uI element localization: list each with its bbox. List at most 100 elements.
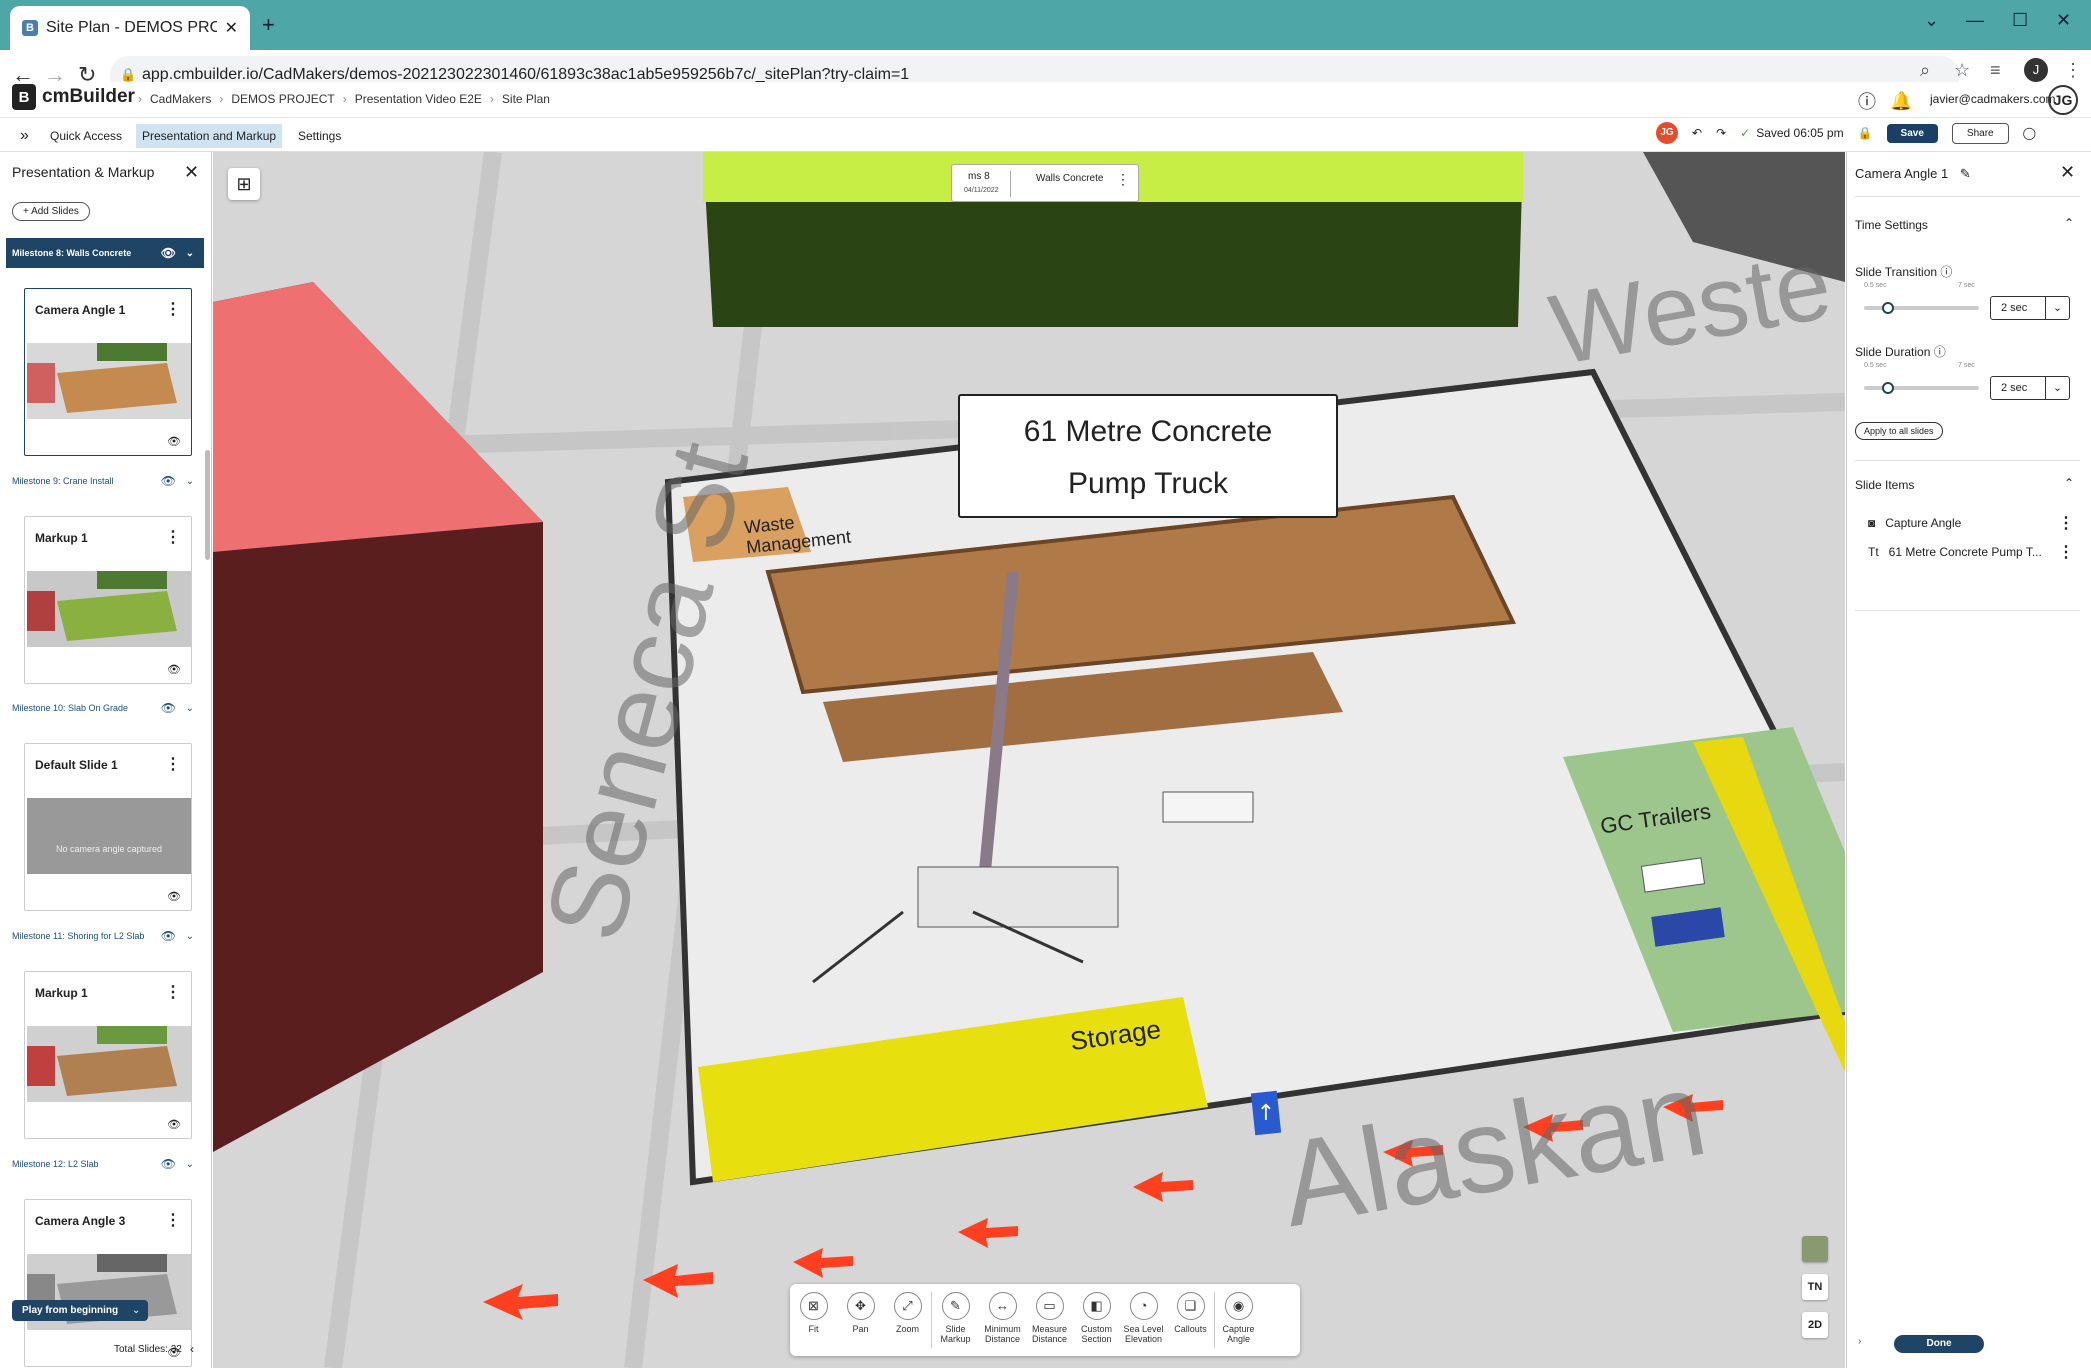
- slide-item-capture-angle[interactable]: ◙ Capture Angle ⋮: [1868, 515, 2074, 532]
- slide-item-callout[interactable]: Tt 61 Metre Concrete Pump T... ⋮: [1868, 544, 2074, 561]
- save-button[interactable]: Save: [1886, 123, 1938, 143]
- true-north-icon[interactable]: TN: [1802, 1274, 1828, 1300]
- play-from-beginning-button[interactable]: Play from beginning: [12, 1300, 129, 1321]
- item-menu-icon[interactable]: ⋮: [2058, 513, 2074, 533]
- slide-card[interactable]: Default Slide 1 ⋮ No camera angle captured…: [24, 743, 192, 911]
- info-icon[interactable]: ⓘ: [1934, 345, 1946, 359]
- zoom-tool[interactable]: ⤢ Zoom: [884, 1284, 931, 1334]
- scrollbar[interactable]: [205, 450, 210, 560]
- slider-handle[interactable]: [1882, 302, 1894, 314]
- new-tab-icon[interactable]: +: [262, 12, 275, 38]
- slide-items-header[interactable]: Slide Items: [1855, 478, 1914, 492]
- user-avatar[interactable]: JG: [2048, 85, 2078, 115]
- slide-duration-select[interactable]: 2 sec ⌄: [1990, 376, 2070, 400]
- slider-handle[interactable]: [1882, 382, 1894, 394]
- add-slides-button[interactable]: + Add Slides: [12, 202, 90, 221]
- maximize-icon[interactable]: ☐: [2012, 10, 2028, 31]
- callouts-tool[interactable]: ❏ Callouts: [1167, 1284, 1214, 1334]
- time-settings-header[interactable]: Time Settings: [1855, 218, 1928, 232]
- milestone-header[interactable]: Milestone 12: L2 Slab 👁 ⌄: [6, 1149, 204, 1179]
- browser-profile-avatar[interactable]: J: [2024, 58, 2048, 82]
- chevron-up-icon[interactable]: ⌃: [2064, 216, 2074, 230]
- visibility-eye-icon[interactable]: 👁: [167, 1118, 181, 1131]
- milestone-header[interactable]: Milestone 10: Slab On Grade 👁 ⌄: [6, 693, 204, 723]
- close-tab-icon[interactable]: ✕: [225, 18, 238, 38]
- pan-tool[interactable]: ✥ Pan: [837, 1284, 884, 1334]
- bookmark-star-icon[interactable]: ☆: [1954, 60, 1970, 81]
- collapse-right-icon[interactable]: ›: [1858, 1336, 1861, 1347]
- visibility-eye-icon[interactable]: 👁: [167, 435, 181, 448]
- play-options-dropdown[interactable]: ⌄: [124, 1300, 149, 1321]
- close-panel-icon[interactable]: ✕: [184, 162, 199, 183]
- tab-search-icon[interactable]: ⌄: [1924, 10, 1939, 31]
- callout-box[interactable]: 61 Metre Concrete Pump Truck: [958, 394, 1338, 518]
- apply-to-all-slides-button[interactable]: Apply to all slides: [1855, 422, 1943, 440]
- lock-icon[interactable]: 🔒: [1858, 126, 1873, 140]
- tab-settings[interactable]: Settings: [292, 124, 347, 148]
- slide-markup-tool[interactable]: ✎ Slide Markup: [932, 1284, 979, 1344]
- capture-angle-tool[interactable]: ◉ Capture Angle: [1215, 1284, 1262, 1344]
- slide-card[interactable]: Camera Angle 3 ⋮ 👁: [24, 1199, 192, 1367]
- slide-menu-icon[interactable]: ⋮: [165, 299, 181, 319]
- close-window-icon[interactable]: ✕: [2056, 10, 2071, 31]
- visibility-eye-icon[interactable]: 👁: [167, 663, 181, 676]
- minimum-distance-tool[interactable]: ↔ Minimum Distance: [979, 1284, 1026, 1344]
- milestone-menu-icon[interactable]: ⋮: [1116, 171, 1130, 188]
- comment-icon[interactable]: ◯: [2023, 126, 2036, 140]
- browser-menu-icon[interactable]: ⋮: [2064, 60, 2082, 81]
- tab-quick-access[interactable]: Quick Access: [44, 124, 128, 148]
- custom-section-tool[interactable]: ◧ Custom Section: [1073, 1284, 1120, 1344]
- app-logo[interactable]: B cmBuilder: [12, 84, 135, 110]
- done-button[interactable]: Done: [1894, 1335, 1984, 1353]
- chevron-up-icon[interactable]: ⌃: [2064, 476, 2074, 490]
- milestone-header[interactable]: Milestone 11: Shoring for L2 Slab 👁 ⌄: [6, 921, 204, 951]
- item-menu-icon[interactable]: ⋮: [2058, 542, 2074, 562]
- visibility-eye-icon[interactable]: 👁: [161, 246, 176, 260]
- visibility-eye-icon[interactable]: 👁: [167, 890, 181, 903]
- zoom-page-icon[interactable]: ⌕: [1920, 60, 1930, 81]
- breadcrumb-project[interactable]: DEMOS PROJECT: [231, 92, 334, 106]
- slide-card[interactable]: Camera Angle 1 ⋮ 👁: [24, 288, 192, 456]
- expand-sidebar-icon[interactable]: »: [14, 124, 35, 148]
- layer-tree-icon[interactable]: ⊞: [228, 168, 260, 200]
- slide-menu-icon[interactable]: ⋮: [165, 1210, 181, 1230]
- basemap-toggle-icon[interactable]: [1802, 1236, 1828, 1262]
- info-icon[interactable]: ⓘ: [1940, 265, 1952, 279]
- help-icon[interactable]: ⓘ: [1858, 88, 1876, 114]
- visibility-eye-icon[interactable]: 👁: [161, 929, 176, 943]
- measure-distance-tool[interactable]: ▭ Measure Distance: [1026, 1284, 1073, 1344]
- slide-menu-icon[interactable]: ⋮: [165, 754, 181, 774]
- fit-tool[interactable]: ⊠ Fit: [790, 1284, 837, 1334]
- breadcrumb-org[interactable]: CadMakers: [150, 92, 211, 106]
- chevron-down-icon[interactable]: ⌄: [186, 703, 194, 714]
- browser-tab[interactable]: B Site Plan - DEMOS PROJECT | cm ✕: [10, 6, 250, 50]
- milestone-header[interactable]: Milestone 8: Walls Concrete 👁 ⌄: [6, 238, 204, 268]
- slide-transition-select[interactable]: 2 sec ⌄: [1990, 296, 2070, 320]
- milestone-header[interactable]: Milestone 9: Crane Install 👁 ⌄: [6, 466, 204, 496]
- tab-presentation-markup[interactable]: Presentation and Markup: [136, 124, 283, 148]
- slide-card[interactable]: Markup 1 ⋮ 👁: [24, 971, 192, 1139]
- slide-menu-icon[interactable]: ⋮: [165, 982, 181, 1002]
- media-icon[interactable]: ≡: [1990, 60, 2001, 81]
- notification-bell-icon[interactable]: 🔔: [1890, 91, 1912, 112]
- view-2d-toggle[interactable]: 2D: [1802, 1312, 1828, 1338]
- redo-icon[interactable]: ↷: [1716, 126, 1726, 140]
- visibility-eye-icon[interactable]: 👁: [161, 701, 176, 715]
- milestone-indicator[interactable]: ms 8 04/11/2022 Walls Concrete ⋮: [951, 164, 1139, 202]
- close-properties-icon[interactable]: ✕: [2060, 162, 2075, 183]
- visibility-eye-icon[interactable]: 👁: [161, 1157, 176, 1171]
- visibility-eye-icon[interactable]: 👁: [161, 474, 176, 488]
- collapse-left-icon[interactable]: ‹: [190, 1342, 194, 1356]
- slide-menu-icon[interactable]: ⋮: [165, 527, 181, 547]
- chevron-down-icon[interactable]: ⌄: [186, 476, 194, 487]
- share-button[interactable]: Share: [1951, 122, 2009, 144]
- edit-title-icon[interactable]: ✎: [1960, 166, 1971, 181]
- undo-icon[interactable]: ↶: [1692, 126, 1702, 140]
- chevron-down-icon[interactable]: ⌄: [186, 248, 194, 259]
- minimize-icon[interactable]: —: [1966, 10, 1984, 31]
- breadcrumb-model[interactable]: Presentation Video E2E: [355, 92, 482, 106]
- chevron-down-icon[interactable]: ⌄: [186, 931, 194, 942]
- slide-card[interactable]: Markup 1 ⋮ 👁: [24, 516, 192, 684]
- sea-level-elevation-tool[interactable]: ◔ Sea Level Elevation: [1120, 1284, 1167, 1344]
- chevron-down-icon[interactable]: ⌄: [186, 1159, 194, 1170]
